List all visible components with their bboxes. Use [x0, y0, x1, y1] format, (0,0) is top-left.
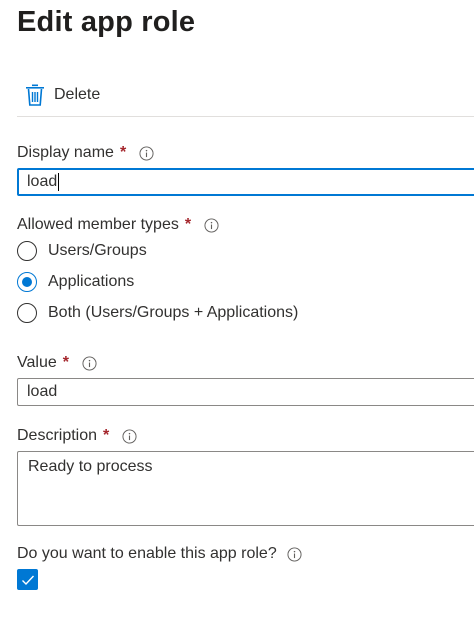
info-icon[interactable] [122, 428, 137, 444]
delete-button[interactable]: Delete [25, 80, 100, 110]
radio-button[interactable] [17, 303, 37, 323]
required-marker: * [103, 427, 110, 444]
member-types-label-text: Allowed member types [17, 216, 179, 233]
delete-button-label: Delete [54, 86, 101, 103]
radio-label: Applications [48, 273, 135, 290]
radio-users-groups[interactable]: Users/Groups [17, 241, 147, 261]
display-name-label: Display name * [17, 144, 154, 162]
required-marker: * [184, 216, 192, 233]
trash-icon [26, 84, 44, 106]
display-name-input[interactable]: load [17, 168, 474, 196]
value-label: Value * [17, 354, 97, 372]
value-input-value: load [27, 383, 58, 400]
display-name-label-text: Display name [17, 144, 114, 161]
radio-both[interactable]: Both (Users/Groups + Applications) [17, 303, 298, 323]
description-value: Ready to process [28, 458, 153, 475]
value-input[interactable]: load [17, 378, 474, 406]
radio-button-selected[interactable] [17, 272, 37, 292]
description-textarea[interactable]: Ready to process [17, 451, 474, 526]
value-label-text: Value [17, 354, 57, 371]
info-icon[interactable] [139, 145, 154, 161]
info-icon[interactable] [204, 217, 219, 233]
enable-label-text: Do you want to enable this app role? [17, 545, 277, 562]
checkmark-icon [21, 575, 34, 585]
text-caret [58, 173, 60, 191]
enable-checkbox[interactable] [17, 569, 38, 590]
edit-app-role-panel: Edit app role Delete Display name * load [0, 0, 474, 623]
info-icon[interactable] [287, 546, 302, 562]
radio-applications[interactable]: Applications [17, 272, 134, 292]
radio-label: Both (Users/Groups + Applications) [48, 304, 299, 321]
display-name-value: load [27, 173, 58, 190]
info-icon[interactable] [82, 355, 97, 371]
toolbar: Delete [17, 80, 474, 116]
member-types-label: Allowed member types * [17, 216, 219, 234]
radio-button[interactable] [17, 241, 37, 261]
toolbar-divider [17, 116, 474, 117]
required-marker: * [62, 354, 69, 371]
enable-label: Do you want to enable this app role? [17, 545, 302, 563]
required-marker: * [119, 144, 127, 161]
page-title: Edit app role [17, 6, 196, 38]
description-label: Description * [17, 427, 137, 445]
description-label-text: Description [17, 427, 98, 444]
radio-label: Users/Groups [48, 242, 147, 259]
